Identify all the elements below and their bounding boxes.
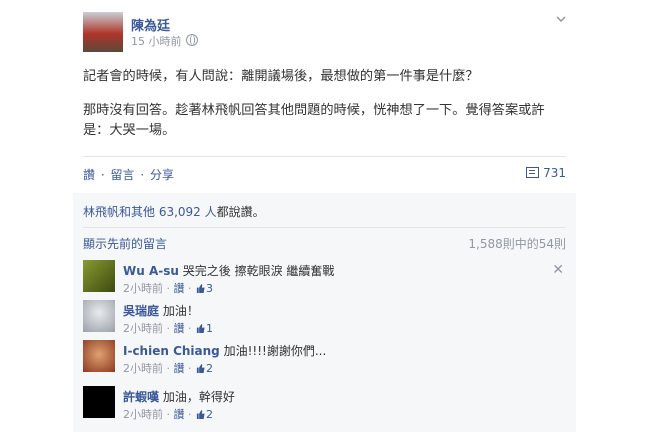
- divider: [83, 156, 566, 157]
- post-paragraph: 那時沒有回答。趁著林飛帆回答其他問題的時候，恍神想了一下。覺得答案或許是：大哭一…: [83, 103, 545, 138]
- likes-suffix: 都說讚。: [216, 205, 265, 219]
- comment-item: Wu A-su 哭完之後 擦乾眼淚 繼續奮戰 2小時前 · 讚 · 3 ✕: [83, 260, 566, 298]
- comment-link[interactable]: 留言: [111, 168, 135, 182]
- comment-count[interactable]: 731: [526, 166, 566, 180]
- author-name[interactable]: 陳為廷: [131, 15, 170, 34]
- comment-like-link[interactable]: 讚: [174, 282, 185, 295]
- comment-meta: 2小時前 · 讚 · 2: [123, 408, 213, 421]
- separator: ·: [100, 168, 105, 182]
- comment-like-link[interactable]: 讚: [174, 322, 185, 335]
- commenter-avatar[interactable]: [83, 300, 115, 332]
- comment-text: 加油!!!!謝謝你們...: [223, 344, 327, 358]
- globe-icon: [185, 34, 198, 46]
- comment-like-count[interactable]: 3: [206, 282, 213, 295]
- post-body: 記者會的時候，有人問說：離開議場後，最想做的第一件事是什麼？ 那時沒有回答。趁著…: [83, 67, 563, 155]
- comment-text: 加油，幹得好: [162, 390, 235, 404]
- comment-like-link[interactable]: 讚: [174, 408, 185, 421]
- commenter-avatar[interactable]: [83, 260, 115, 292]
- post-actions: 讚 · 留言 · 分享 731: [83, 166, 566, 183]
- chevron-down-icon[interactable]: [556, 14, 566, 24]
- comment-time[interactable]: 2小時前: [123, 322, 163, 335]
- commenter-avatar[interactable]: [83, 340, 115, 372]
- likers-link[interactable]: 林飛帆和其他 63,092 人: [83, 205, 217, 219]
- comment-time[interactable]: 2小時前: [123, 282, 163, 295]
- commenter-name[interactable]: 許蝦嘆: [123, 390, 159, 404]
- post-time[interactable]: 15 小時前: [131, 35, 182, 48]
- comment-like-count[interactable]: 2: [206, 362, 213, 375]
- comment-text: 加油！: [162, 304, 199, 318]
- thumbs-up-icon: [196, 284, 205, 293]
- comments-pager: 1,588則中的54則: [468, 237, 566, 251]
- close-icon[interactable]: ✕: [552, 262, 564, 278]
- comment-time[interactable]: 2小時前: [123, 362, 163, 375]
- comment-item: 吳瑞庭 加油！ 2小時前 · 讚 · 1: [83, 300, 566, 338]
- comment-meta: 2小時前 · 讚 · 1: [123, 322, 213, 335]
- share-link[interactable]: 分享: [150, 168, 174, 182]
- comment-time[interactable]: 2小時前: [123, 408, 163, 421]
- comment-icon: [526, 167, 540, 178]
- commenter-avatar[interactable]: [83, 386, 115, 418]
- comment-meta: 2小時前 · 讚 · 2: [123, 362, 213, 375]
- thumbs-up-icon: [196, 410, 205, 419]
- comment-item: I-chien Chiang 加油!!!!謝謝你們... 2小時前 · 讚 · …: [83, 340, 566, 378]
- post-meta: 15 小時前: [131, 33, 198, 49]
- like-link[interactable]: 讚: [83, 168, 95, 182]
- comment-like-count[interactable]: 2: [206, 408, 213, 421]
- comment-text: 哭完之後 擦乾眼淚 繼續奮戰: [182, 264, 335, 278]
- commenter-name[interactable]: Wu A-su: [123, 264, 179, 278]
- post-header: 陳為廷 15 小時前: [83, 10, 566, 55]
- comment-text-line: 許蝦嘆 加油，幹得好: [123, 388, 235, 405]
- commenter-name[interactable]: I-chien Chiang: [123, 344, 220, 358]
- comment-like-count[interactable]: 1: [206, 322, 213, 335]
- comment-text-line: Wu A-su 哭完之後 擦乾眼淚 繼續奮戰: [123, 262, 334, 279]
- thumbs-up-icon: [196, 324, 205, 333]
- comment-item: 許蝦嘆 加油，幹得好 2小時前 · 讚 · 2: [83, 386, 566, 424]
- show-previous-comments[interactable]: 顯示先前的留言: [83, 235, 167, 252]
- divider: [83, 227, 566, 228]
- feedback-area: 林飛帆和其他 63,092 人都說讚。 顯示先前的留言 1,588則中的54則 …: [73, 193, 576, 432]
- thumbs-up-icon: [196, 364, 205, 373]
- likes-summary: 林飛帆和其他 63,092 人都說讚。: [83, 203, 265, 220]
- author-avatar[interactable]: [83, 12, 123, 52]
- comment-like-link[interactable]: 讚: [174, 362, 185, 375]
- comment-meta: 2小時前 · 讚 · 3: [123, 282, 213, 295]
- separator: ·: [140, 168, 145, 182]
- comment-text-line: I-chien Chiang 加油!!!!謝謝你們...: [123, 342, 326, 359]
- commenter-name[interactable]: 吳瑞庭: [123, 304, 159, 318]
- post-paragraph: 記者會的時候，有人問說：離開議場後，最想做的第一件事是什麼？: [83, 69, 479, 84]
- comment-text-line: 吳瑞庭 加油！: [123, 302, 199, 319]
